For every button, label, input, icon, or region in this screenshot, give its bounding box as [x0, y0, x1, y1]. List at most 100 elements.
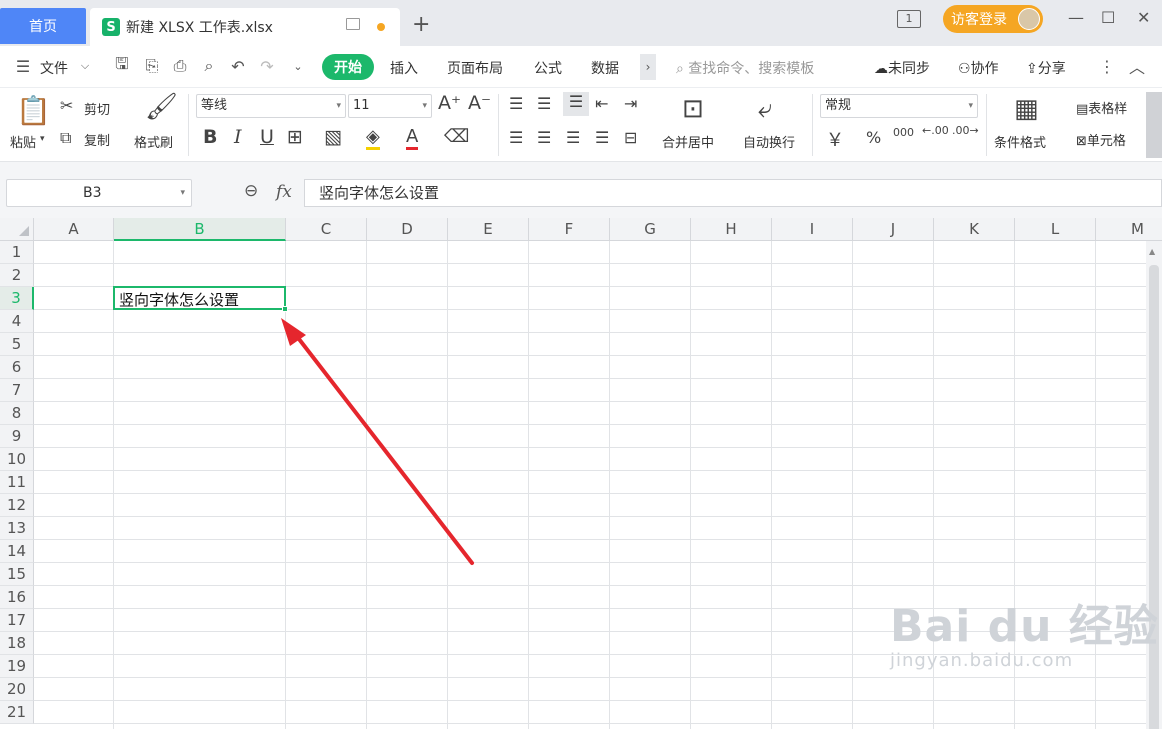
number-format-select[interactable]: 常规 ▾ — [820, 94, 978, 118]
increase-decimal-button[interactable]: ←.00 — [922, 124, 949, 137]
close-button[interactable]: ✕ — [1137, 8, 1150, 27]
paste-dropdown-icon[interactable]: ▾ — [40, 134, 45, 144]
tab-formula[interactable]: 公式 — [534, 58, 562, 78]
justify-icon[interactable]: ☰ — [595, 128, 609, 147]
wrap-text-icon[interactable]: ⤶ — [758, 94, 773, 125]
window-count-badge[interactable]: 1 — [897, 10, 921, 28]
chevron-down-icon: ▾ — [336, 101, 341, 111]
paste-button[interactable]: 粘贴 — [10, 132, 36, 151]
name-box[interactable]: B3 ▾ — [6, 179, 192, 207]
visitor-login-button[interactable]: 访客登录 — [943, 5, 1043, 33]
print-preview-icon[interactable]: ⌕ — [200, 56, 218, 75]
align-bottom-icon[interactable]: ☰ — [563, 92, 589, 116]
undo-icon[interactable]: ↶ — [229, 57, 247, 76]
wrap-text-button[interactable]: 自动换行 — [743, 132, 795, 151]
copy-icon[interactable]: ⧉ — [60, 128, 71, 148]
search-icon: ⌕ — [676, 61, 689, 77]
copy-button[interactable]: 复制 — [84, 130, 110, 149]
align-top-icon[interactable]: ☰ — [509, 94, 523, 113]
cell-style-button[interactable]: ⊠单元格 — [1076, 130, 1126, 149]
formula-bar: B3 ▾ ⊖ fx 竖向字体怎么设置 — [0, 162, 1162, 218]
divider — [986, 94, 987, 156]
increase-font-icon[interactable]: A⁺ — [438, 92, 461, 114]
decrease-font-icon[interactable]: A⁻ — [468, 92, 491, 114]
tab-home[interactable]: 首页 — [0, 8, 86, 44]
font-name-select[interactable]: 等线 ▾ — [196, 94, 346, 118]
chevron-down-icon: ▾ — [422, 101, 427, 111]
outdent-icon[interactable]: ⇤ — [595, 94, 608, 113]
merge-center-button[interactable]: 合并居中 — [662, 132, 714, 151]
export-pdf-icon[interactable]: ⎘ — [143, 56, 161, 75]
add-tab-button[interactable]: + — [412, 12, 430, 37]
tab-start[interactable]: 开始 — [322, 54, 374, 80]
insert-function-button[interactable]: fx — [276, 182, 292, 202]
font-color-icon[interactable]: A — [406, 126, 419, 150]
table-style-icon: ▤ — [1076, 102, 1089, 117]
tab-document[interactable]: S 新建 XLSX 工作表.xlsx — [90, 8, 400, 46]
fill-pattern-icon[interactable]: ▧ — [324, 126, 342, 148]
align-right-icon[interactable]: ☰ — [566, 128, 580, 147]
underline-button[interactable]: U — [260, 126, 274, 148]
cut-button[interactable]: 剪切 — [84, 99, 110, 118]
more-tabs-button[interactable]: › — [640, 54, 656, 80]
arrow-shaft — [290, 328, 474, 565]
chevron-down-icon[interactable]: ⌵ — [76, 57, 94, 75]
divider — [498, 94, 499, 156]
eraser-icon[interactable]: ⌫ — [444, 126, 469, 147]
share-button[interactable]: ⇪分享 — [1026, 58, 1066, 78]
decrease-decimal-button[interactable]: .00→ — [952, 124, 979, 137]
merge-icon[interactable]: ⊡ — [682, 94, 704, 124]
format-painter-button[interactable]: 格式刷 — [134, 132, 173, 151]
indent-icon[interactable]: ⇥ — [624, 94, 637, 113]
document-title: 新建 XLSX 工作表.xlsx — [126, 20, 273, 36]
fill-color-icon[interactable]: ◈ — [366, 126, 380, 150]
sync-status[interactable]: ☁未同步 — [874, 58, 930, 78]
font-size-select[interactable]: 11 ▾ — [348, 94, 432, 118]
avatar — [1018, 8, 1040, 30]
divider — [188, 94, 189, 156]
percent-button[interactable]: % — [866, 128, 881, 147]
command-search[interactable]: ⌕ 查找命令、搜索模板 — [676, 58, 814, 78]
spreadsheet-grid[interactable]: A B C D E F G H I J K L M 1 2 3 4 5 6 7 8 9 10 11 12 13 14 15 16 17 18… — [0, 218, 1162, 729]
baidu-watermark: Bai du 经验 jingyan.baidu.com — [890, 590, 1159, 671]
collapse-ribbon-icon[interactable]: ︿ — [1128, 57, 1146, 77]
align-left-icon[interactable]: ☰ — [509, 128, 523, 147]
tab-data[interactable]: 数据 — [591, 58, 619, 78]
align-center-icon[interactable]: ☰ — [537, 128, 551, 147]
thousands-button[interactable]: 000 — [893, 126, 914, 139]
distributed-icon[interactable]: ⊟ — [624, 128, 637, 147]
italic-button[interactable]: I — [234, 126, 242, 148]
paste-icon[interactable]: 📋 — [16, 94, 51, 127]
login-label: 访客登录 — [951, 12, 1007, 28]
zoom-formula-icon[interactable]: ⊖ — [244, 181, 258, 201]
collaborate-button[interactable]: ⚇协作 — [958, 58, 999, 78]
chevron-down-icon: ▾ — [180, 188, 185, 198]
border-icon[interactable]: ⊞ — [287, 126, 303, 148]
tab-insert[interactable]: 插入 — [390, 58, 418, 78]
print-icon[interactable]: ⎙ — [171, 56, 189, 75]
conditional-format-button[interactable]: 条件格式 — [994, 132, 1046, 151]
customize-toolbar-icon[interactable]: ⌄ — [289, 57, 307, 75]
divider — [812, 94, 813, 156]
bold-button[interactable]: B — [203, 126, 217, 148]
scissors-icon[interactable]: ✂ — [60, 96, 73, 115]
ribbon: 📋 粘贴 ▾ ✂ 剪切 ⧉ 复制 🖌 格式刷 等线 ▾ 11 ▾ A⁺ A⁻ B I… — [0, 88, 1162, 162]
hamburger-icon[interactable]: ☰ — [14, 57, 32, 76]
align-middle-icon[interactable]: ☰ — [537, 94, 551, 113]
tab-page-layout[interactable]: 页面布局 — [447, 58, 503, 78]
more-menu-icon[interactable]: ⋮ — [1098, 57, 1116, 76]
currency-button[interactable]: ￥ — [826, 126, 844, 152]
menu-file[interactable]: 文件 — [40, 58, 68, 78]
watermark-brand: Bai du 经验 — [890, 601, 1159, 652]
format-painter-icon[interactable]: 🖌 — [145, 92, 178, 122]
monitor-icon[interactable] — [346, 18, 360, 30]
ribbon-scroll-right[interactable] — [1146, 92, 1162, 158]
minimize-button[interactable]: — — [1068, 8, 1084, 27]
conditional-format-icon[interactable]: ▦ — [1014, 94, 1039, 124]
table-style-button[interactable]: ▤表格样 — [1076, 98, 1127, 117]
formula-input[interactable]: 竖向字体怎么设置 — [304, 179, 1162, 207]
redo-icon[interactable]: ↷ — [258, 57, 276, 76]
maximize-button[interactable]: ☐ — [1101, 8, 1115, 27]
save-icon[interactable]: 🖫 — [113, 54, 131, 75]
share-icon: ⇪ — [1026, 61, 1038, 77]
